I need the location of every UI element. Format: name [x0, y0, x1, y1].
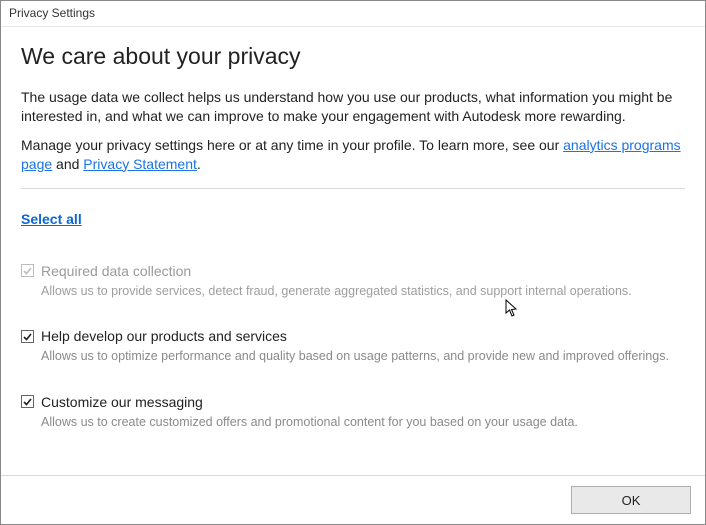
dialog-content: We care about your privacy The usage dat…	[1, 27, 705, 475]
check-icon	[22, 331, 33, 342]
develop-label: Help develop our products and services	[41, 328, 287, 344]
required-checkbox	[21, 264, 34, 277]
intro2-suffix: .	[197, 156, 201, 172]
titlebar: Privacy Settings	[1, 1, 705, 27]
ok-button[interactable]: OK	[571, 486, 691, 514]
intro2-mid: and	[52, 156, 83, 172]
option-required: Required data collection Allows us to pr…	[21, 263, 685, 301]
develop-checkbox[interactable]	[21, 330, 34, 343]
option-messaging: Customize our messaging Allows us to cre…	[21, 394, 685, 432]
option-messaging-head: Customize our messaging	[21, 394, 685, 410]
privacy-statement-link[interactable]: Privacy Statement	[83, 156, 197, 172]
check-icon	[22, 396, 33, 407]
option-develop-head: Help develop our products and services	[21, 328, 685, 344]
dialog-footer: OK	[1, 475, 705, 524]
required-label: Required data collection	[41, 263, 191, 279]
option-required-head: Required data collection	[21, 263, 685, 279]
intro-text-2: Manage your privacy settings here or at …	[21, 136, 685, 174]
messaging-label: Customize our messaging	[41, 394, 203, 410]
check-icon	[22, 265, 33, 276]
intro-text-1: The usage data we collect helps us under…	[21, 88, 685, 126]
required-desc: Allows us to provide services, detect fr…	[41, 283, 685, 301]
messaging-desc: Allows us to create customized offers an…	[41, 414, 685, 432]
page-heading: We care about your privacy	[21, 43, 685, 70]
window-title: Privacy Settings	[9, 6, 95, 20]
privacy-settings-dialog: Privacy Settings We care about your priv…	[0, 0, 706, 525]
messaging-checkbox[interactable]	[21, 395, 34, 408]
develop-desc: Allows us to optimize performance and qu…	[41, 348, 685, 366]
select-all-link[interactable]: Select all	[21, 211, 685, 227]
divider	[21, 188, 685, 189]
option-develop: Help develop our products and services A…	[21, 328, 685, 366]
intro2-prefix: Manage your privacy settings here or at …	[21, 137, 563, 153]
